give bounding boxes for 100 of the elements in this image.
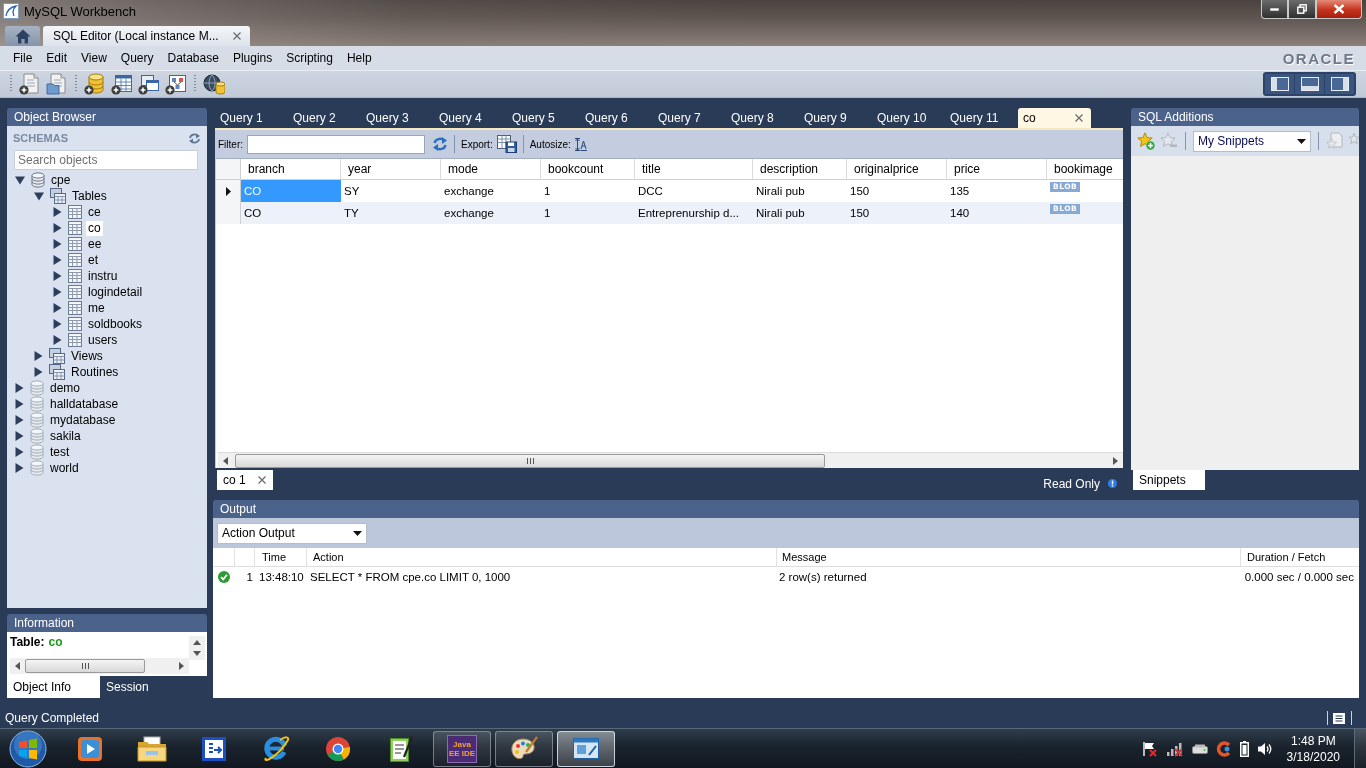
query-tab[interactable]: Query 3 — [361, 108, 434, 128]
arrow-up-icon[interactable] — [193, 640, 201, 645]
caret-right-icon[interactable] — [53, 239, 62, 249]
right-panel-toggle[interactable] — [1325, 74, 1354, 94]
tree-item[interactable]: soldbooks — [86, 316, 145, 332]
caret-right-icon[interactable] — [15, 431, 24, 441]
document-folder-icon[interactable] — [46, 73, 68, 95]
table-save-icon[interactable] — [496, 135, 517, 153]
arrow-down-icon[interactable] — [193, 651, 201, 656]
column-header[interactable]: mode — [441, 159, 541, 179]
tree-item[interactable]: Tables — [70, 188, 109, 204]
filter-field[interactable] — [247, 134, 425, 154]
tray-app-icon[interactable] — [1215, 740, 1232, 757]
menu-item[interactable]: Plugins — [225, 51, 280, 65]
query-tab[interactable]: Query 5 — [507, 108, 580, 128]
tree-item[interactable]: ee — [86, 236, 104, 252]
column-header[interactable]: Message — [777, 548, 1241, 566]
caret-down-icon[interactable] — [353, 530, 362, 536]
restore-button[interactable] — [1288, 0, 1316, 19]
signal-icon[interactable] — [1165, 740, 1184, 757]
close-button[interactable] — [1316, 0, 1362, 19]
vertical-scrollbar[interactable] — [189, 636, 205, 660]
menu-item[interactable]: Query — [113, 51, 161, 65]
query-tab[interactable]: Query 10 — [872, 108, 945, 128]
tree-item[interactable]: demo — [48, 380, 83, 396]
tree-item[interactable]: world — [48, 460, 81, 476]
column-header[interactable]: description — [753, 159, 847, 179]
caret-right-icon[interactable] — [53, 207, 62, 217]
caret-right-icon[interactable] — [53, 287, 62, 297]
home-tab[interactable] — [5, 26, 40, 46]
table-cell[interactable]: TY — [341, 202, 441, 224]
column-header[interactable]: originalprice — [847, 159, 947, 179]
drive-icon[interactable] — [1191, 743, 1208, 754]
caret-right-icon[interactable] — [53, 271, 62, 281]
caret-right-icon[interactable] — [53, 319, 62, 329]
caret-right-icon[interactable] — [15, 383, 24, 393]
caret-right-icon[interactable] — [53, 303, 62, 313]
caret-right-icon[interactable] — [15, 447, 24, 457]
panel-tab[interactable]: Session — [100, 676, 193, 698]
table-cell[interactable]: 150 — [847, 180, 947, 202]
taskbar-button[interactable] — [557, 730, 615, 767]
output-dropdown[interactable]: Action Output — [217, 522, 367, 544]
flag-icon[interactable] — [1141, 740, 1158, 757]
column-header[interactable]: Duration / Fetch — [1241, 548, 1359, 566]
column-header[interactable]: title — [635, 159, 753, 179]
menu-item[interactable]: View — [74, 51, 114, 65]
table-cell[interactable]: exchange — [441, 180, 541, 202]
tree-item[interactable]: Views — [69, 348, 105, 364]
table-cell[interactable]: 1 — [541, 202, 635, 224]
query-tab[interactable]: Query 4 — [434, 108, 507, 128]
column-header[interactable]: price — [947, 159, 1047, 179]
document-add-icon[interactable] — [19, 73, 41, 95]
table-cell[interactable]: 150 — [847, 202, 947, 224]
column-header[interactable]: year — [341, 159, 441, 179]
column-header[interactable]: bookcount — [541, 159, 635, 179]
snippets-dropdown[interactable]: My Snippets — [1193, 130, 1311, 152]
tree-item[interactable]: logindetail — [86, 284, 145, 300]
document-star-icon[interactable] — [1326, 132, 1344, 150]
table-cell[interactable]: 1 — [541, 180, 635, 202]
close-icon[interactable] — [257, 476, 266, 484]
caret-right-icon[interactable] — [53, 255, 62, 265]
query-tab[interactable]: Query 2 — [288, 108, 361, 128]
query-tab[interactable]: Query 9 — [799, 108, 872, 128]
tree-item[interactable]: instru — [86, 268, 120, 284]
battery-icon[interactable] — [1239, 740, 1249, 757]
search-field[interactable]: Search objects — [14, 150, 198, 170]
table-cell[interactable]: DCC — [635, 180, 753, 202]
tree-item[interactable]: cpe — [49, 172, 73, 188]
caret-right-icon[interactable] — [15, 463, 24, 473]
caret-right-icon[interactable] — [53, 223, 62, 233]
panel-tab[interactable]: Snippets — [1133, 470, 1205, 490]
menu-item[interactable]: Edit — [39, 51, 75, 65]
query-tab[interactable]: Query 6 — [580, 108, 653, 128]
row-header[interactable] — [216, 180, 241, 202]
column-header[interactable]: bookimage — [1047, 159, 1123, 179]
tree-item[interactable]: me — [86, 300, 107, 316]
tree-item[interactable]: ce — [86, 204, 103, 220]
column-header[interactable]: branch — [241, 159, 341, 179]
scrollbar-thumb[interactable] — [25, 659, 145, 673]
tree-item[interactable]: test — [48, 444, 72, 460]
close-icon[interactable] — [1075, 114, 1083, 122]
menu-item[interactable]: Scripting — [279, 51, 340, 65]
close-icon[interactable] — [232, 32, 241, 40]
horizontal-scrollbar[interactable] — [10, 658, 189, 674]
caret-right-icon[interactable] — [15, 399, 24, 409]
database-globe-icon[interactable] — [203, 73, 225, 95]
show-desktop-button[interactable] — [1354, 729, 1366, 768]
horizontal-scrollbar[interactable] — [218, 452, 1123, 468]
editor-tab[interactable]: SQL Editor (Local instance M... — [43, 26, 250, 46]
taskbar-button[interactable]: Java EE IDE — [433, 730, 491, 767]
query-tab[interactable]: Query 8 — [726, 108, 799, 128]
bottom-panel-toggle[interactable] — [1295, 74, 1324, 94]
arrow-left-icon[interactable] — [223, 456, 228, 465]
taskbar-button[interactable] — [495, 730, 553, 767]
table-add-icon[interactable] — [111, 73, 133, 95]
list-icon[interactable] — [1333, 712, 1345, 724]
clock[interactable]: 1:48 PM 3/18/2020 — [1286, 732, 1340, 765]
tree-item[interactable]: halldatabase — [48, 396, 121, 412]
speaker-icon[interactable] — [1256, 741, 1273, 756]
caret-down-icon[interactable] — [15, 175, 25, 185]
